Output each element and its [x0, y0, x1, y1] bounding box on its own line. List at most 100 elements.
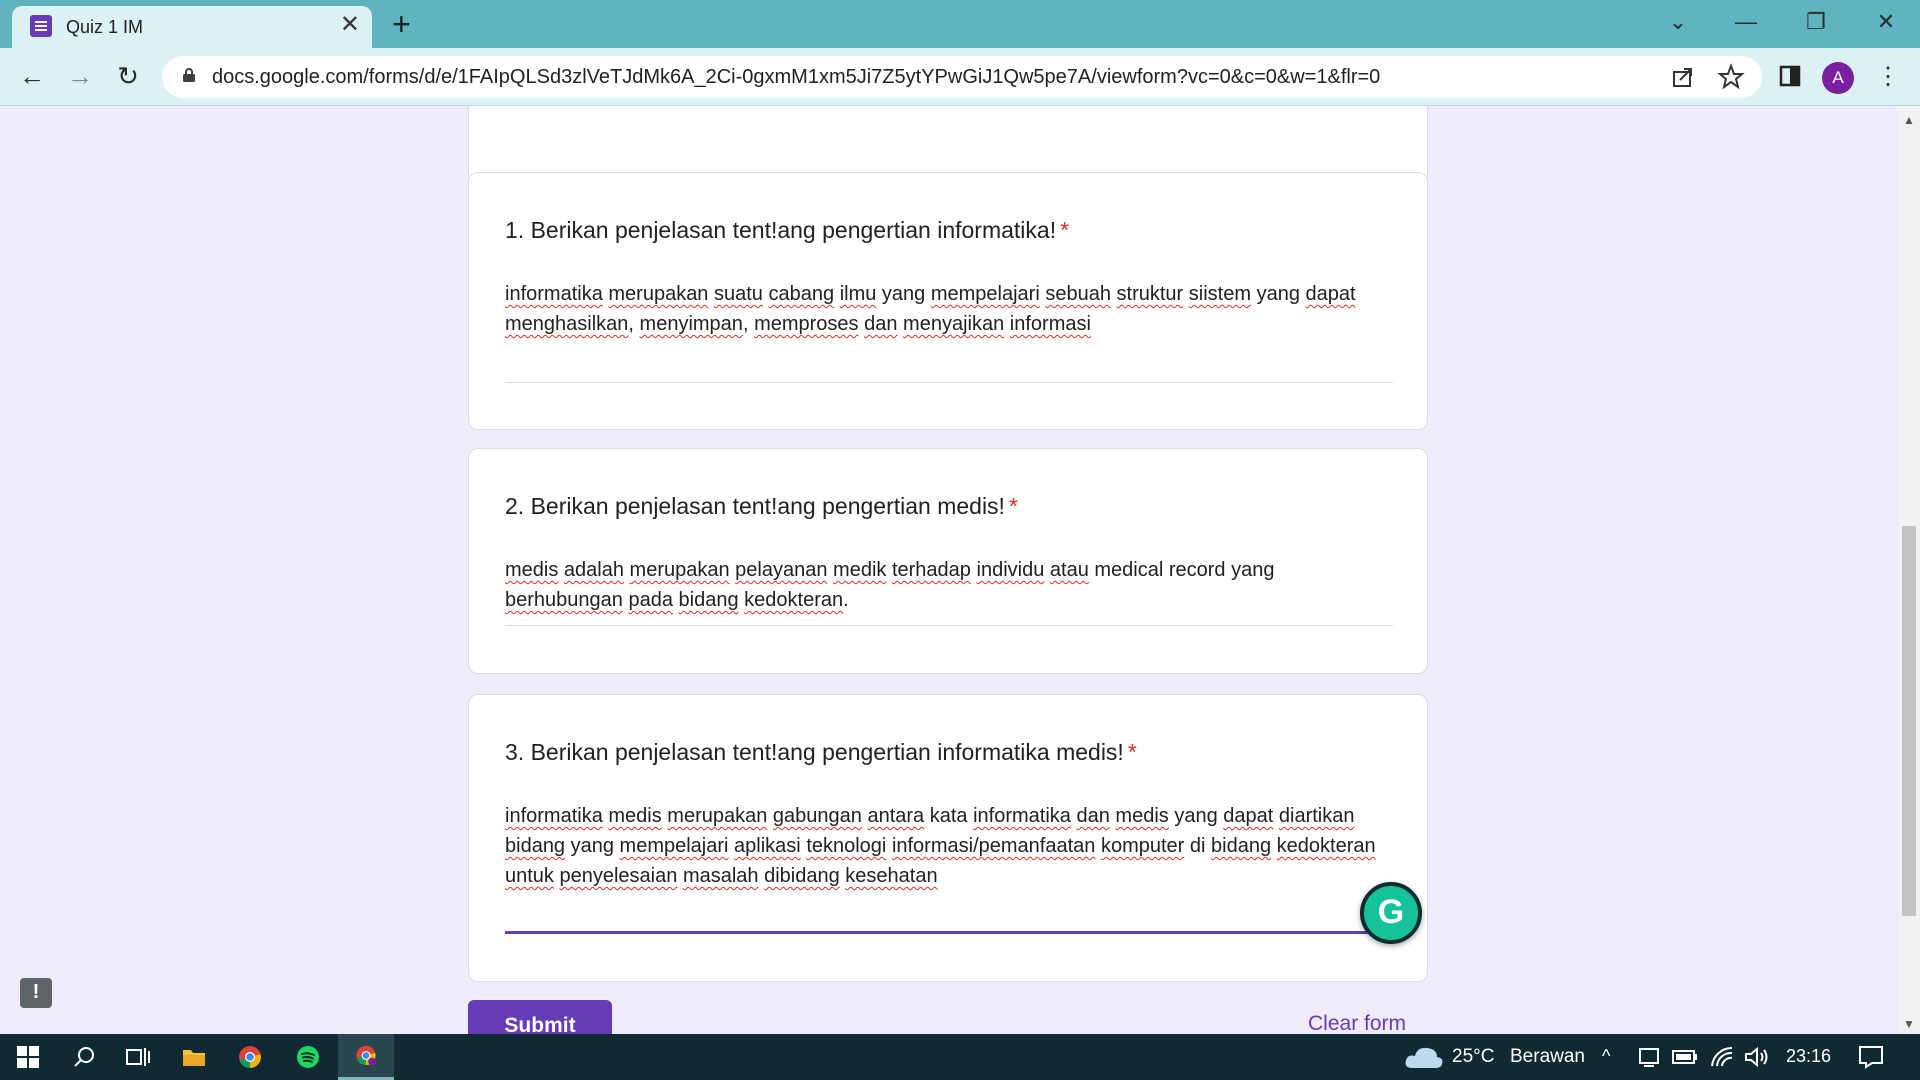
spellcheck-word: dan [864, 313, 898, 335]
clock[interactable]: 23:16 [1786, 1046, 1831, 1067]
question-card-3: 3. Berikan penjelasan tent!ang pengertia… [468, 694, 1428, 982]
question-title-1: 1. Berikan penjelasan tent!ang pengertia… [505, 217, 1070, 243]
windows-start-icon[interactable] [0, 1034, 56, 1080]
scroll-down-arrow-icon[interactable]: ▼ [1898, 1014, 1920, 1034]
spellcheck-word: penyelesaian [559, 865, 678, 887]
answer-fragment: , [628, 313, 640, 335]
tab-search-icon[interactable]: ⌄ [1650, 4, 1706, 40]
url-text[interactable]: docs.google.com/forms/d/e/1FAIpQLSd3zlVe… [212, 66, 1380, 89]
spellcheck-word: merupakan [667, 805, 768, 827]
question-title-3: 3. Berikan penjelasan tent!ang pengertia… [505, 739, 1137, 765]
answer-fragment: . [843, 589, 849, 611]
new-tab-button[interactable]: + [392, 8, 411, 40]
spellcheck-word: informasi/pemanfaatan [891, 835, 1096, 857]
spellcheck-word: sebuah [1045, 283, 1111, 305]
tab-quiz[interactable]: Quiz 1 IM ✕ [12, 6, 372, 48]
browser-toolbar: ← → ↻ docs.google.com/forms/d/e/1FAIpQLS… [0, 48, 1920, 106]
submit-button[interactable]: Submit [468, 1000, 612, 1034]
answer-text-2[interactable]: medis adalah merupakan pelayanan medik t… [505, 555, 1395, 615]
spellcheck-word: dapat [1305, 283, 1356, 305]
form-page: 1. Berikan penjelasan tent!ang pengertia… [0, 106, 1898, 1034]
forward-button[interactable]: → [62, 58, 98, 94]
chrome-profile-icon[interactable] [338, 1034, 394, 1080]
spellcheck-word: antara [867, 805, 925, 827]
answer-text-3[interactable]: informatika medis merupakan gabungan ant… [505, 801, 1395, 891]
spellcheck-word: siistem [1188, 283, 1252, 305]
spellcheck-word: kedokteran [744, 589, 844, 611]
spellcheck-word: informatika [973, 805, 1071, 827]
share-icon[interactable] [1668, 62, 1698, 92]
page-scrollbar[interactable]: ▲ ▼ [1898, 106, 1920, 1034]
cloud-weather-icon[interactable] [1404, 1044, 1444, 1070]
spellcheck-word: cabang [768, 283, 835, 305]
required-asterisk: * [1060, 217, 1070, 243]
spellcheck-word: menyimpan [639, 313, 743, 335]
spellcheck-word: bidang [505, 835, 566, 857]
spellcheck-word: individu [976, 559, 1045, 581]
spellcheck-word: ilmu [839, 283, 877, 305]
spellcheck-word: merupakan [608, 283, 709, 305]
spellcheck-word: bidang [1211, 835, 1272, 857]
windows-taskbar: 25°C Berawan ^ 23:16 [0, 1034, 1920, 1080]
spellcheck-word: medis [1115, 805, 1169, 827]
spellcheck-word: informatika [505, 283, 603, 305]
address-bar[interactable]: docs.google.com/forms/d/e/1FAIpQLSd3zlVe… [162, 56, 1762, 98]
show-hidden-icons-chevron-icon[interactable]: ^ [1602, 1046, 1610, 1067]
spellcheck-word: menyajikan [903, 313, 1005, 335]
spellcheck-word: bidang [678, 589, 739, 611]
scroll-thumb[interactable] [1902, 526, 1916, 916]
question-card-1: 1. Berikan penjelasan tent!ang pengertia… [468, 172, 1428, 430]
search-icon[interactable] [56, 1034, 112, 1080]
spotify-icon[interactable] [280, 1034, 336, 1080]
answer-text-1[interactable]: informatika merupakan suatu cabang ilmu … [505, 279, 1395, 339]
restore-button[interactable]: ❐ [1788, 4, 1844, 40]
answer-fragment: yang [1251, 283, 1306, 305]
grammarly-icon[interactable]: G [1360, 882, 1422, 944]
lock-icon[interactable] [182, 68, 196, 82]
close-window-button[interactable]: ✕ [1858, 4, 1914, 40]
weather-temperature[interactable]: 25°C [1452, 1046, 1494, 1068]
answer-fragment: , [742, 313, 755, 335]
clear-form-link[interactable]: Clear form [1308, 1012, 1406, 1034]
spellcheck-word: memproses [754, 313, 859, 335]
tab-title: Quiz 1 IM [66, 17, 144, 37]
chrome-icon[interactable] [222, 1034, 278, 1080]
minimize-button[interactable]: — [1718, 4, 1774, 40]
google-forms-icon [30, 15, 52, 37]
volume-icon[interactable] [1744, 1046, 1770, 1068]
answer-fragment: di [1184, 835, 1212, 857]
battery-icon[interactable] [1672, 1049, 1698, 1065]
side-panel-icon[interactable] [1778, 64, 1802, 88]
question-card-2: 2. Berikan penjelasan tent!ang pengertia… [468, 448, 1428, 674]
spellcheck-word: gabungan [772, 805, 862, 827]
spellcheck-word: mempelajari [930, 283, 1040, 305]
spellcheck-word: teknologi [806, 835, 887, 857]
scroll-up-arrow-icon[interactable]: ▲ [1898, 110, 1920, 130]
profile-avatar[interactable]: A [1822, 62, 1854, 94]
spellcheck-word: struktur [1116, 283, 1184, 305]
spellcheck-word: informatika [505, 805, 603, 827]
browser-menu-icon[interactable]: ⋮ [1876, 62, 1900, 94]
spellcheck-word: medis [505, 559, 559, 581]
feedback-icon[interactable]: ! [20, 978, 52, 1008]
spellcheck-word: atau [1049, 559, 1089, 581]
required-asterisk: * [1008, 493, 1018, 519]
spellcheck-word: kedokteran [1276, 835, 1376, 857]
tab-close-icon[interactable]: ✕ [340, 13, 360, 37]
browser-tab-strip: Quiz 1 IM ✕ + ⌄ — ❐ ✕ [0, 0, 1920, 48]
spellcheck-word: aplikasi [734, 835, 801, 857]
spellcheck-word: medik [833, 559, 887, 581]
meet-now-icon[interactable] [1638, 1046, 1660, 1068]
bookmark-star-icon[interactable] [1716, 62, 1746, 92]
reload-button[interactable]: ↻ [110, 58, 146, 94]
task-view-icon[interactable] [110, 1034, 166, 1080]
spellcheck-word: menghasilkan [505, 313, 629, 335]
notification-center-icon[interactable] [1858, 1045, 1884, 1069]
weather-condition[interactable]: Berawan [1510, 1046, 1585, 1068]
question-title-2: 2. Berikan penjelasan tent!ang pengertia… [505, 493, 1018, 519]
answer-underline-2 [505, 625, 1393, 626]
back-button[interactable]: ← [14, 58, 50, 94]
wifi-icon[interactable] [1710, 1046, 1734, 1068]
answer-fragment: kata [924, 805, 974, 827]
file-explorer-icon[interactable] [166, 1034, 222, 1080]
